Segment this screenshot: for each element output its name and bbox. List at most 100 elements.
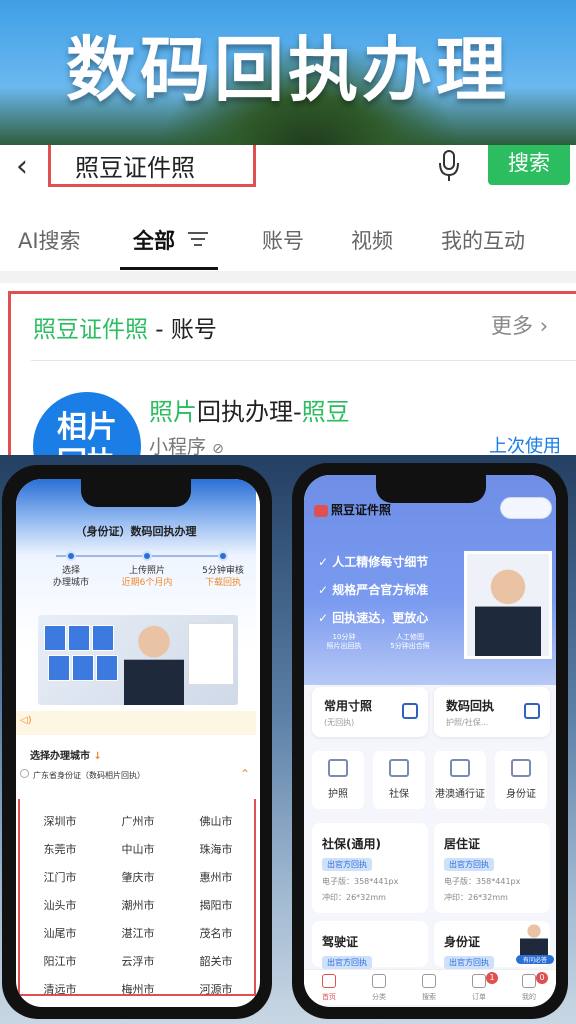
camera-icon (402, 703, 418, 719)
city-item[interactable]: 云浮市 (100, 953, 176, 969)
account-result-card: 照豆证件照 - 账号 更多 › 相片 回执 照片回执办理-照豆 小程序 ⊘ 上次… (8, 291, 576, 455)
left-phone-screen: （身份证）数码回执办理 选择 办理城市 上传照片 近期6个月内 5分钟审核 下载回执 (16, 479, 260, 1007)
tab-all[interactable]: 全部 (133, 225, 175, 255)
step-2-desc: 近期6个月内 (121, 578, 173, 588)
portrait-person (475, 560, 541, 656)
customer-service-widget[interactable]: 有问必答 (516, 921, 554, 967)
tab-search[interactable]: 搜索 (404, 972, 454, 1002)
city-item[interactable]: 广州市 (100, 813, 176, 829)
category-label: 护照 (328, 789, 348, 800)
category-label: 港澳通行证 (435, 789, 485, 800)
tab-my-interaction[interactable]: 我的互动 (441, 225, 525, 255)
portrait-person (124, 617, 184, 705)
tab-video[interactable]: 视频 (351, 225, 393, 255)
search-input[interactable]: 照豆证件照 (48, 145, 256, 187)
mini-id-photo (96, 655, 118, 681)
category-passport[interactable]: 护照 (312, 751, 364, 809)
official-receipt-badge: 出官方回执 (322, 956, 372, 969)
product-residence-permit[interactable]: 居住证 出官方回执 电子版：358*441px 冲印：26*32mm (434, 823, 550, 913)
step-1-desc: 办理城市 (52, 578, 89, 588)
more-label: 更多 (491, 314, 533, 338)
city-item[interactable]: 东莞市 (22, 841, 98, 857)
city-item[interactable]: 河源市 (178, 981, 254, 997)
category-hk-macau-permit[interactable]: 港澳通行证 (434, 751, 486, 809)
app-name-part2: 回执办理- (197, 398, 302, 426)
city-item[interactable]: 肇庆市 (100, 869, 176, 885)
tab-label: 搜索 (422, 993, 436, 1001)
city-item[interactable]: 茂名市 (178, 925, 254, 941)
search-bar: ‹ 照豆证件照 搜索 (0, 145, 576, 195)
product-title: 社保(通用) (322, 837, 381, 851)
province-option[interactable]: 广东省身份证（数码相片回执） ⌃ (20, 767, 256, 781)
phone-notch (376, 475, 486, 503)
city-item[interactable]: 深圳市 (22, 813, 98, 829)
product-social-security[interactable]: 社保(通用) 出官方回执 电子版：358*441px 冲印：26*32mm (312, 823, 428, 913)
card-sub: 护照/社保... (446, 718, 489, 727)
last-used-label[interactable]: 上次使用 (489, 432, 561, 455)
user-icon (522, 974, 536, 988)
app-name-part1: 照片 (149, 398, 197, 426)
filter-icon[interactable] (188, 231, 208, 247)
mine-count-badge: 0 (536, 972, 548, 984)
chevron-up-icon: ⌃ (239, 767, 250, 781)
order-count-badge: 1 (486, 972, 498, 984)
step-1: 选择 办理城市 (31, 565, 111, 589)
active-tab-indicator (120, 267, 218, 270)
bottom-tab-bar: 首页 分类 搜索 订单 1 我的 0 (304, 969, 556, 1005)
microphone-icon[interactable] (438, 149, 460, 183)
search-tabs: AI搜索 全部 账号 视频 我的互动 (0, 219, 576, 270)
category-social-security[interactable]: 社保 (373, 751, 425, 809)
app-name-part3: 照豆 (301, 398, 350, 426)
logo-text-2: 回执 (33, 446, 141, 455)
speed-badge-2: 人工修图 5分钟出合照 (382, 633, 438, 651)
speed-badge-1: 10分钟 照片出回执 (316, 633, 372, 651)
city-item[interactable]: 中山市 (100, 841, 176, 857)
capsule-menu[interactable] (500, 497, 552, 519)
city-item[interactable]: 佛山市 (178, 813, 254, 829)
city-item[interactable]: 汕头市 (22, 897, 98, 913)
mini-id-photo (68, 625, 90, 651)
step-2: 上传照片 近期6个月内 (107, 565, 187, 589)
city-item[interactable]: 惠州市 (178, 869, 254, 885)
city-item[interactable]: 汕尾市 (22, 925, 98, 941)
city-item[interactable]: 阳江市 (22, 953, 98, 969)
search-icon (422, 974, 436, 988)
mini-id-photo (48, 655, 70, 681)
step-dot (218, 551, 228, 561)
passport-icon (328, 759, 348, 777)
tab-orders[interactable]: 订单 1 (454, 972, 504, 1002)
city-item[interactable]: 湛江市 (100, 925, 176, 941)
product-title: 驾驶证 (322, 935, 359, 949)
mini-id-photo (92, 625, 114, 651)
badge-2-line2: 5分钟出合照 (390, 642, 430, 650)
mini-program-name[interactable]: 照片回执办理-照豆 (149, 392, 350, 427)
digital-receipt-card[interactable]: 数码回执 护照/社保... (434, 687, 550, 737)
city-item[interactable]: 珠海市 (178, 841, 254, 857)
phone-notch (81, 479, 191, 507)
city-item[interactable]: 韶关市 (178, 953, 254, 969)
city-item[interactable]: 潮州市 (100, 897, 176, 913)
category-id-card[interactable]: 身份证 (495, 751, 547, 809)
tab-category[interactable]: 分类 (354, 972, 404, 1002)
mini-program-logo[interactable]: 相片 回执 (33, 392, 141, 455)
search-button[interactable]: 搜索 (488, 145, 570, 185)
tab-mine[interactable]: 我的 0 (504, 972, 554, 1002)
tab-home[interactable]: 首页 (304, 972, 354, 1002)
product-driver-license[interactable]: 驾驶证 出官方回执 (312, 921, 428, 969)
official-receipt-badge: 出官方回执 (444, 858, 494, 871)
social-security-icon (389, 759, 409, 777)
city-item[interactable]: 揭阳市 (178, 897, 254, 913)
city-item[interactable]: 清远市 (22, 981, 98, 997)
more-link[interactable]: 更多 › (491, 310, 548, 340)
tab-account[interactable]: 账号 (262, 225, 304, 255)
city-item[interactable]: 梅州市 (100, 981, 176, 997)
customer-service-label: 有问必答 (516, 955, 554, 964)
city-item[interactable]: 江门市 (22, 869, 98, 885)
step-dot (142, 551, 152, 561)
banner: 数码回执办理 (0, 0, 576, 145)
feature-3-text: 回执速达，更放心 (332, 611, 429, 625)
common-photo-card[interactable]: 常用寸照 (无回执) (312, 687, 428, 737)
tab-ai-search[interactable]: AI搜索 (18, 225, 81, 255)
right-app-title: 照豆证件照 (314, 501, 391, 518)
back-chevron-icon[interactable]: ‹ (16, 149, 28, 184)
